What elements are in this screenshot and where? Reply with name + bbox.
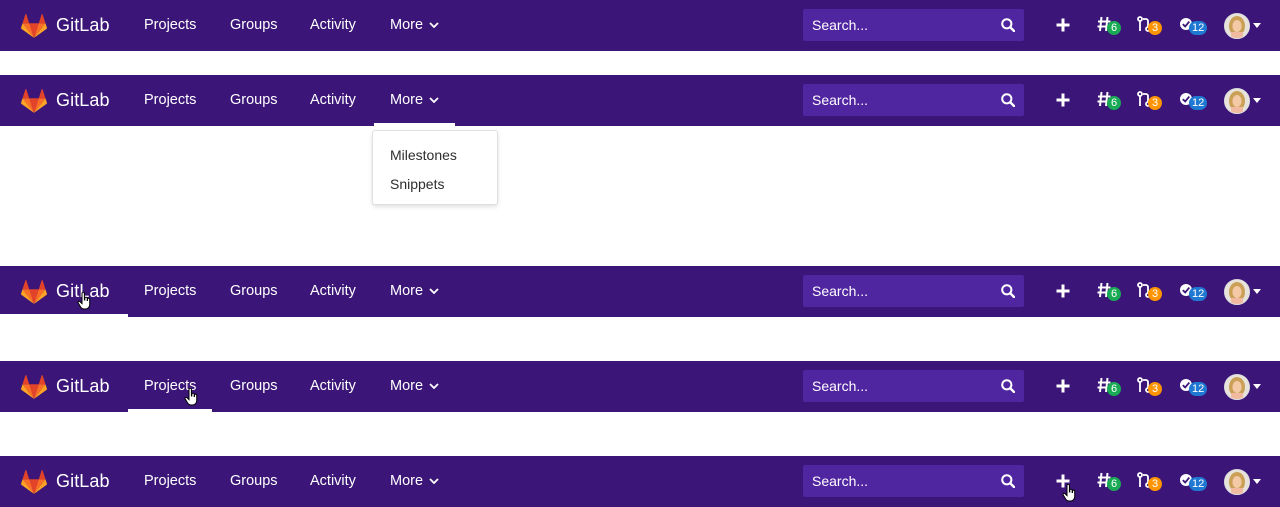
search-input[interactable]: Search... (803, 9, 1024, 41)
search-input[interactable]: Search... (803, 370, 1024, 402)
search-icon (1001, 284, 1015, 298)
chevron-down-icon (429, 97, 439, 103)
caret-down-icon[interactable] (1253, 98, 1261, 103)
gitlab-tanuki-icon (20, 13, 48, 39)
dropdown-item-snippets[interactable]: Snippets (390, 176, 444, 192)
issues-count-badge: 6 (1107, 477, 1121, 491)
search-placeholder: Search... (812, 92, 869, 108)
nav-more-dropdown[interactable]: More (390, 456, 439, 507)
chevron-down-icon (429, 288, 439, 294)
search-icon (1001, 93, 1015, 107)
nav-more-label: More (390, 378, 424, 394)
gitlab-home-link[interactable]: GitLab (20, 456, 110, 507)
nav-more-label: More (390, 283, 424, 299)
caret-down-icon[interactable] (1253, 384, 1261, 389)
issues-count-badge: 6 (1107, 382, 1121, 396)
new-item-plus-icon[interactable] (1055, 17, 1071, 33)
more-dropdown-menu: Milestones Snippets (372, 130, 498, 205)
search-placeholder: Search... (812, 378, 869, 394)
gitlab-home-link[interactable]: GitLab (0, 266, 128, 317)
todos-count-badge: 12 (1189, 477, 1208, 491)
nav-projects[interactable]: Projects (144, 266, 196, 317)
gitlab-wordmark: GitLab (56, 90, 110, 110)
issues-count-badge: 6 (1107, 21, 1121, 35)
gitlab-wordmark: GitLab (56, 471, 110, 491)
gitlab-home-link[interactable]: GitLab (20, 75, 110, 126)
nav-more-dropdown[interactable]: More (390, 0, 439, 51)
navbar-default: GitLab Projects Groups Activity More Sea… (0, 0, 1280, 51)
nav-more-dropdown[interactable]: More (390, 266, 439, 317)
merge-requests-count-badge: 3 (1148, 382, 1162, 396)
merge-requests-count-badge: 3 (1148, 96, 1162, 110)
chevron-down-icon (429, 383, 439, 389)
search-icon (1001, 18, 1015, 32)
nav-projects[interactable]: Projects (144, 0, 196, 51)
todos-count-badge: 12 (1189, 382, 1208, 396)
nav-groups[interactable]: Groups (230, 266, 278, 317)
gitlab-home-link[interactable]: GitLab (20, 361, 110, 412)
merge-requests-count-badge: 3 (1148, 287, 1162, 301)
user-avatar[interactable] (1224, 88, 1250, 114)
search-input[interactable]: Search... (803, 84, 1024, 116)
gitlab-tanuki-icon (20, 88, 48, 114)
user-avatar[interactable] (1224, 374, 1250, 400)
gitlab-tanuki-icon (20, 374, 48, 400)
new-item-plus-icon[interactable] (1055, 283, 1071, 299)
todos-count-badge: 12 (1189, 287, 1208, 301)
chevron-down-icon (429, 22, 439, 28)
gitlab-wordmark: GitLab (56, 376, 110, 396)
caret-down-icon[interactable] (1253, 23, 1261, 28)
nav-groups[interactable]: Groups (230, 75, 278, 126)
todos-count-badge: 12 (1189, 96, 1208, 110)
search-input[interactable]: Search... (803, 465, 1024, 497)
nav-activity[interactable]: Activity (310, 266, 356, 317)
nav-more-label: More (390, 17, 424, 33)
navbar-more-open: GitLab Projects Groups Activity More Sea… (0, 75, 1280, 126)
user-avatar[interactable] (1224, 279, 1250, 305)
new-item-plus-icon[interactable] (1055, 378, 1071, 394)
nav-projects[interactable]: Projects (144, 75, 196, 126)
nav-activity[interactable]: Activity (310, 361, 356, 412)
nav-more-label: More (390, 473, 424, 489)
nav-more-dropdown[interactable]: More (373, 75, 456, 126)
nav-groups[interactable]: Groups (230, 456, 278, 507)
navbar-hover-new: GitLab Projects Groups Activity More Sea… (0, 456, 1280, 507)
gitlab-tanuki-icon (20, 469, 48, 495)
hand-cursor-icon (77, 292, 91, 310)
chevron-down-icon (429, 478, 439, 484)
nav-projects[interactable]: Projects (144, 456, 196, 507)
gitlab-home-link[interactable]: GitLab (20, 0, 110, 51)
navbar-hover-logo: GitLab Projects Groups Activity More Sea… (0, 266, 1280, 317)
nav-groups[interactable]: Groups (230, 361, 278, 412)
hand-cursor-icon (1062, 484, 1076, 502)
nav-activity[interactable]: Activity (310, 456, 356, 507)
user-avatar[interactable] (1224, 469, 1250, 495)
search-placeholder: Search... (812, 283, 869, 299)
merge-requests-count-badge: 3 (1148, 21, 1162, 35)
navbar-hover-projects: GitLab Projects Groups Activity More Sea… (0, 361, 1280, 412)
search-placeholder: Search... (812, 473, 869, 489)
merge-requests-count-badge: 3 (1148, 477, 1162, 491)
caret-down-icon[interactable] (1253, 289, 1261, 294)
nav-more-dropdown[interactable]: More (390, 361, 439, 412)
gitlab-tanuki-icon (20, 279, 48, 305)
caret-down-icon[interactable] (1253, 479, 1261, 484)
search-input[interactable]: Search... (803, 275, 1024, 307)
issues-count-badge: 6 (1107, 287, 1121, 301)
hand-cursor-icon (184, 388, 198, 406)
user-avatar[interactable] (1224, 13, 1250, 39)
nav-activity[interactable]: Activity (310, 75, 356, 126)
nav-activity[interactable]: Activity (310, 0, 356, 51)
nav-groups[interactable]: Groups (230, 0, 278, 51)
dropdown-item-milestones[interactable]: Milestones (390, 147, 457, 163)
gitlab-wordmark: GitLab (56, 15, 110, 35)
nav-more-label: More (390, 92, 424, 108)
search-icon (1001, 379, 1015, 393)
search-icon (1001, 474, 1015, 488)
search-placeholder: Search... (812, 17, 869, 33)
todos-count-badge: 12 (1189, 21, 1208, 35)
new-item-plus-icon[interactable] (1055, 92, 1071, 108)
issues-count-badge: 6 (1107, 96, 1121, 110)
